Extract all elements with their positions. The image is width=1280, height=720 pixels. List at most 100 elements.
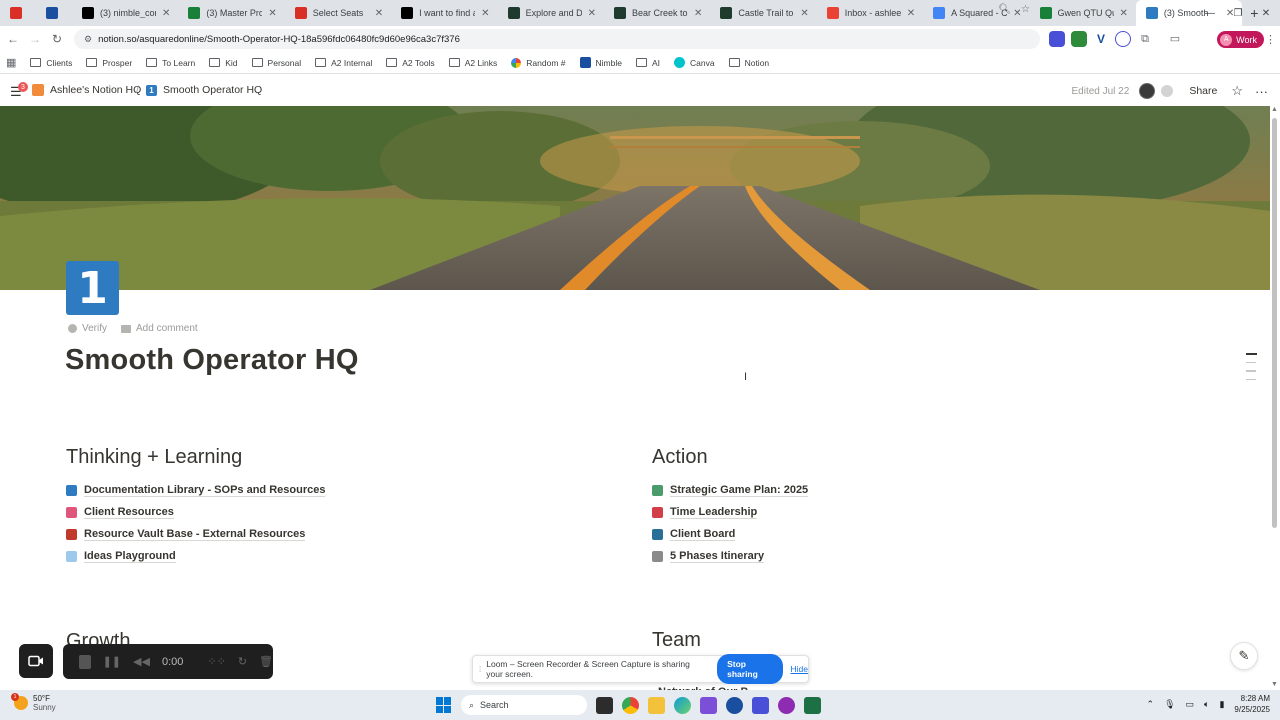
tab-close-icon[interactable]: ✕	[1120, 8, 1128, 19]
page-link[interactable]: Time Leadership	[652, 501, 808, 523]
bookmark-item[interactable]: AI	[635, 58, 660, 68]
bookmark-item[interactable]: Personal	[251, 58, 301, 68]
tab-close-icon[interactable]: ✕	[800, 8, 808, 19]
maximize-icon[interactable]: ❐	[1224, 8, 1252, 19]
browser-tab[interactable]	[36, 0, 72, 26]
bookmark-item[interactable]: Notion	[728, 58, 769, 68]
breadcrumb-page[interactable]: 1 Smooth Operator HQ	[146, 84, 262, 96]
bookmark-item[interactable]: Kid	[209, 58, 238, 68]
sidepanel-icon[interactable]: ▭	[1167, 31, 1183, 47]
browser-menu-icon[interactable]: ⋮	[1265, 33, 1276, 46]
bookmark-item[interactable]: To Learn	[146, 58, 195, 68]
apps-grid-icon[interactable]: ▦	[6, 56, 16, 69]
share-button[interactable]: Share	[1189, 85, 1217, 97]
forward-icon[interactable]: →	[24, 32, 46, 46]
page-link[interactable]: Strategic Game Plan: 2025	[652, 479, 809, 501]
tab-close-icon[interactable]: ✕	[694, 8, 702, 19]
browser-tab[interactable]: Gwen QTU Qua ✕	[1030, 0, 1136, 26]
drag-handle-icon[interactable]: ⁞	[479, 665, 481, 674]
scroll-up-icon[interactable]: ▲	[1271, 106, 1278, 113]
tab-close-icon[interactable]: ✕	[375, 8, 383, 19]
page-link[interactable]: Ideas Playground	[66, 545, 325, 567]
site-info-icon[interactable]: ⚙	[84, 34, 92, 45]
task-view-icon[interactable]	[596, 696, 613, 714]
page-link[interactable]: Documentation Library - SOPs and Resourc…	[66, 479, 326, 501]
extension-icon[interactable]	[1115, 31, 1131, 47]
clock[interactable]: 8:28 AM 9/25/2025	[1234, 693, 1270, 715]
chrome-icon[interactable]	[622, 696, 639, 714]
battery-icon[interactable]: ▮	[1219, 699, 1224, 710]
page-link[interactable]: Client Resources	[66, 501, 325, 523]
teams-icon[interactable]	[700, 696, 717, 714]
start-menu-icon[interactable]	[436, 697, 452, 713]
tab-close-icon[interactable]: ✕	[907, 8, 915, 19]
bookmark-item[interactable]: A2 Links	[448, 58, 497, 68]
file-explorer-icon[interactable]	[648, 696, 665, 714]
bookmark-item[interactable]: Prosper	[86, 58, 132, 68]
browser-tab[interactable]: Explore and Dis ✕	[498, 0, 604, 26]
page-link[interactable]: Resource Vault Base - External Resources	[66, 523, 325, 545]
loom-camera-button[interactable]	[19, 644, 53, 678]
table-of-contents-indicator[interactable]	[1246, 353, 1257, 387]
stop-recording-icon[interactable]	[79, 654, 91, 669]
taskbar-search[interactable]: ⌕ Search	[461, 695, 587, 715]
section-heading[interactable]: Thinking + Learning	[66, 446, 325, 469]
app-icon[interactable]	[726, 696, 743, 714]
extension-icon[interactable]: V	[1093, 31, 1109, 47]
tab-close-icon[interactable]: ✕	[162, 8, 170, 19]
page-icon[interactable]: 1	[66, 261, 119, 315]
excel-icon[interactable]	[804, 696, 821, 714]
browser-tab[interactable]: I want to find a ✕	[391, 0, 497, 26]
scroll-thumb[interactable]	[1272, 118, 1277, 528]
volume-icon[interactable]: 🔈︎	[1204, 699, 1209, 710]
grid-icon[interactable]: ⁘⁘	[207, 655, 225, 668]
browser-tab[interactable]: Castle Trail to M ✕	[710, 0, 816, 26]
microphone-icon[interactable]: 🎙︎	[1164, 699, 1175, 710]
puzzle-icon[interactable]: ⧉	[1137, 31, 1153, 47]
bookmark-item[interactable]: Clients	[30, 58, 72, 68]
minimize-icon[interactable]: —	[1196, 8, 1224, 19]
browser-tab[interactable]: (3) nimble_conn ✕	[72, 0, 178, 26]
hide-banner-link[interactable]: Hide	[791, 664, 808, 674]
collaborator-avatar[interactable]	[1161, 85, 1174, 97]
browser-tab[interactable]: Inbox - ashlee@ ✕	[817, 0, 923, 26]
page-scrollbar[interactable]: ▲ ▼	[1271, 106, 1278, 688]
section-heading[interactable]: Action	[652, 446, 808, 469]
delete-icon[interactable]: 🗑︎	[259, 655, 273, 668]
reload-icon[interactable]: ↻	[46, 32, 68, 46]
show-hidden-icon[interactable]: ⌃	[1147, 699, 1155, 710]
extension-icon[interactable]	[1071, 31, 1087, 47]
display-icon[interactable]: ▭	[1186, 699, 1195, 710]
back-icon[interactable]: ←	[2, 32, 24, 46]
tab-close-icon[interactable]: ✕	[481, 8, 489, 19]
page-link[interactable]: 5 Phases Itinerary	[652, 545, 808, 567]
zoom-icon[interactable]: 🔍︎	[998, 4, 1011, 15]
bookmark-item[interactable]: Nimble	[579, 57, 622, 68]
bookmark-item[interactable]: A2 Internal	[315, 58, 372, 68]
browser-tab[interactable]	[0, 0, 36, 26]
page-title[interactable]: Smooth Operator HQ	[65, 344, 359, 377]
bookmark-item[interactable]: A2 Tools	[386, 58, 435, 68]
weather-widget[interactable]: 1 50°F Sunny	[11, 693, 56, 712]
extension-icon[interactable]	[1049, 31, 1065, 47]
browser-tab[interactable]: Bear Creek to B ✕	[604, 0, 710, 26]
profile-button[interactable]: A Work	[1217, 31, 1264, 48]
tab-close-icon[interactable]: ✕	[588, 8, 596, 19]
section-heading-team[interactable]: Team	[652, 629, 701, 652]
tab-close-icon[interactable]: ✕	[268, 8, 276, 19]
pause-icon[interactable]: ❚❚	[103, 655, 121, 668]
notion-ai-help-button[interactable]: ✎	[1230, 642, 1258, 670]
more-options-icon[interactable]: ···	[1255, 84, 1268, 99]
app-icon[interactable]	[778, 696, 795, 714]
edge-icon[interactable]	[674, 696, 691, 714]
bookmark-item[interactable]: Random #	[511, 57, 566, 68]
breadcrumb-workspace[interactable]: Ashlee's Notion HQ	[32, 84, 141, 96]
stop-sharing-button[interactable]: Stop sharing	[717, 654, 783, 684]
scroll-down-icon[interactable]: ▼	[1271, 681, 1278, 688]
bookmark-item[interactable]: Canva	[674, 57, 715, 68]
bookmark-star-icon[interactable]: ☆	[1021, 4, 1030, 15]
verify-button[interactable]: Verify	[68, 323, 107, 334]
restart-icon[interactable]: ↻	[238, 655, 247, 668]
rewind-icon[interactable]: ◀◀	[133, 655, 150, 668]
user-avatar[interactable]	[1139, 83, 1156, 99]
